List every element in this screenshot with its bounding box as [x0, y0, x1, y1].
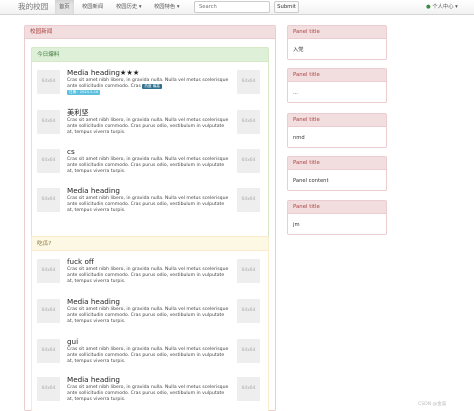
- media-body: gui Cras sit amet nibh libero, in gravid…: [67, 337, 231, 365]
- thumbnail-image: 64x64: [37, 299, 60, 323]
- media-body: 美利坚 Cras sit amet nibh libero, in gravid…: [67, 108, 231, 136]
- thumbnail-image: 64x64: [37, 259, 60, 283]
- media-body: Media heading Cras sit amet nibh libero,…: [67, 186, 231, 214]
- side-panel-content: 入党: [293, 47, 304, 53]
- side-panel-content: nmd: [293, 135, 305, 141]
- thumbnail-image: 64x64: [237, 188, 260, 212]
- gossip-heading: 吃瓜?: [32, 237, 268, 251]
- user-menu-label: 个人中心 ▾: [432, 4, 458, 10]
- thumbnail-image: 64x64: [237, 110, 260, 134]
- media-text: Cras sit amet nibh libero, in gravida nu…: [67, 347, 229, 364]
- campus-news-panel: 校园新闻 今日爆料 64x64 Media heading★★★ Cras si…: [24, 25, 276, 411]
- nav-item-news[interactable]: 校园新闻: [78, 0, 107, 14]
- thumbnail-image: 64x64: [37, 377, 60, 401]
- media-body: Media heading Cras sit amet nibh libero,…: [67, 375, 231, 403]
- side-panel: Panel title jm: [287, 200, 387, 235]
- thumbnail-image: 64x64: [237, 259, 260, 283]
- thumbnail-image: 64x64: [237, 377, 260, 401]
- thumbnail-image: 64x64: [237, 339, 260, 363]
- media-item: 64x64 美利坚 Cras sit amet nibh libero, in …: [37, 108, 265, 144]
- media-text: Cras sit amet nibh libero, in gravida nu…: [67, 196, 229, 213]
- today-news-panel: 今日爆料 64x64 Media heading★★★ Cras sit ame…: [31, 47, 269, 253]
- hot-badge: 热度 最高: [142, 83, 162, 89]
- thumbnail-image: 64x64: [237, 149, 260, 173]
- side-panel: Panel title nmd: [287, 113, 387, 148]
- media-heading[interactable]: Media heading: [67, 297, 231, 306]
- media-item: 64x64 gui Cras sit amet nibh libero, in …: [37, 337, 265, 373]
- thumbnail-image: 64x64: [37, 188, 60, 212]
- thumbnail-image: 64x64: [37, 149, 60, 173]
- side-panel-title: Panel title: [288, 26, 386, 39]
- media-text: Cras sit amet nibh libero, in gravida nu…: [67, 267, 229, 284]
- side-panel-content: Panel content: [293, 178, 329, 184]
- thumbnail-image: 64x64: [237, 299, 260, 323]
- media-item: 64x64 cs Cras sit amet nibh libero, in g…: [37, 147, 265, 183]
- media-heading[interactable]: Media heading: [67, 186, 231, 195]
- media-heading[interactable]: gui: [67, 337, 231, 346]
- media-body: Media heading★★★ Cras sit amet nibh libe…: [67, 68, 231, 96]
- person-icon: ●: [426, 4, 431, 10]
- submit-button[interactable]: Submit: [274, 1, 299, 13]
- page: 我的校园 首页 校园新闻 校园历史 ▾ 校园特色 ▾ Submit ● 个人中心…: [0, 0, 474, 411]
- nav-item-features-dropdown[interactable]: 校园特色 ▾: [150, 0, 184, 14]
- media-body: cs Cras sit amet nibh libero, in gravida…: [67, 147, 231, 175]
- side-panel-title: Panel title: [288, 114, 386, 127]
- media-text: Cras sit amet nibh libero, in gravida nu…: [67, 385, 229, 402]
- media-item: 64x64 Media heading★★★ Cras sit amet nib…: [37, 68, 265, 104]
- side-panel-title: Panel title: [288, 201, 386, 214]
- media-text: Cras sit amet nibh libero, in gravida nu…: [67, 157, 229, 174]
- media-heading[interactable]: cs: [67, 147, 231, 156]
- side-panel-title: Panel title: [288, 157, 386, 170]
- search-input[interactable]: [194, 1, 270, 13]
- brand-link[interactable]: 我的校园: [18, 1, 48, 13]
- nav-item-home[interactable]: 首页: [55, 0, 74, 14]
- media-heading[interactable]: fuck off: [67, 257, 231, 266]
- side-panel-content: jm: [293, 222, 300, 228]
- media-text: Cras sit amet nibh libero, in gravida nu…: [67, 307, 229, 324]
- media-item: 64x64 Media heading Cras sit amet nibh l…: [37, 375, 265, 411]
- media-item: 64x64 Media heading Cras sit amet nibh l…: [37, 186, 265, 222]
- media-heading[interactable]: Media heading: [67, 375, 231, 384]
- media-item: 64x64 fuck off Cras sit amet nibh libero…: [37, 257, 265, 293]
- side-panel-content: ...: [293, 90, 298, 96]
- thumbnail-image: 64x64: [37, 110, 60, 134]
- side-panel: Panel title Panel content: [287, 156, 387, 191]
- media-heading[interactable]: Media heading★★★: [67, 68, 231, 77]
- gossip-panel: 吃瓜? 64x64 fuck off Cras sit amet nibh li…: [31, 236, 269, 411]
- side-panel: Panel title ...: [287, 68, 387, 103]
- side-panel: Panel title 入党: [287, 25, 387, 60]
- media-text: Cras sit amet nibh libero, in gravida nu…: [67, 78, 231, 96]
- media-item: 64x64 Media heading Cras sit amet nibh l…: [37, 297, 265, 333]
- media-heading[interactable]: 美利坚: [67, 108, 231, 117]
- watermark: CSDN @金淼: [418, 402, 447, 407]
- media-body: Media heading Cras sit amet nibh libero,…: [67, 297, 231, 325]
- side-panel-title: Panel title: [288, 69, 386, 82]
- campus-news-heading: 校园新闻: [25, 26, 275, 39]
- media-text: Cras sit amet nibh libero, in gravida nu…: [67, 118, 229, 135]
- thumbnail-image: 64x64: [37, 70, 60, 94]
- navbar: 我的校园 首页 校园新闻 校园历史 ▾ 校园特色 ▾ Submit ● 个人中心…: [0, 0, 474, 15]
- thumbnail-image: 64x64: [37, 339, 60, 363]
- date-badge: 日期：2024-5-16: [67, 89, 101, 95]
- user-menu[interactable]: ● 个人中心 ▾: [426, 0, 458, 14]
- today-news-heading: 今日爆料: [32, 48, 268, 62]
- thumbnail-image: 64x64: [237, 70, 260, 94]
- media-body: fuck off Cras sit amet nibh libero, in g…: [67, 257, 231, 285]
- nav-item-history-dropdown[interactable]: 校园历史 ▾: [112, 0, 146, 14]
